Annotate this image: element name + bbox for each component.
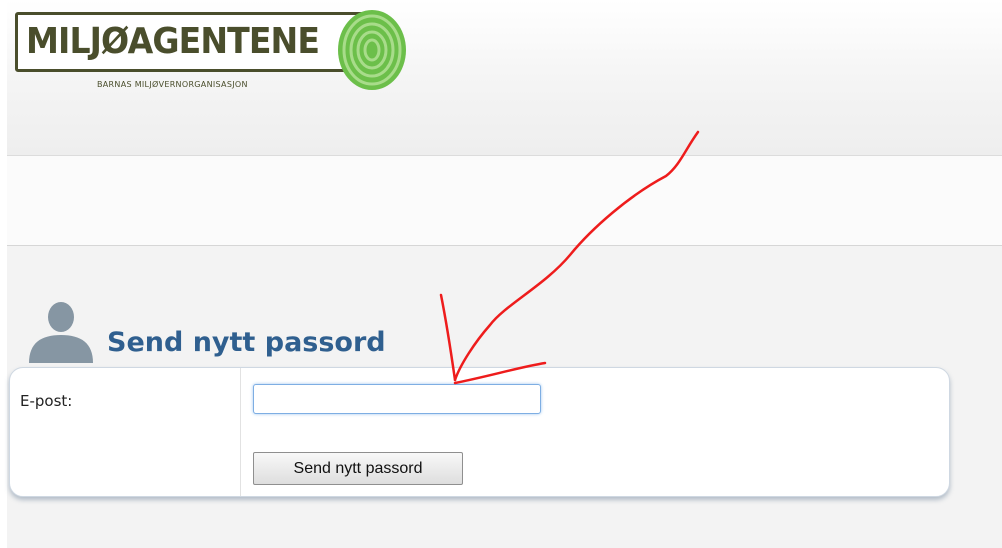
user-icon [29,302,93,363]
page: MILJØAGENTENE BARNAS MILJØVERNORGANISASJ… [7,0,1002,548]
logo-banner: MILJØAGENTENE [15,12,367,72]
email-input[interactable] [253,384,541,414]
logo[interactable]: MILJØAGENTENE BARNAS MILJØVERNORGANISASJ… [15,10,406,90]
form-divider [240,368,241,496]
navigation-bar [7,156,1002,246]
send-new-password-button[interactable]: Send nytt passord [253,452,463,485]
password-reset-form: E-post: Send nytt passord [9,367,950,497]
email-label: E-post: [20,392,73,410]
logo-subtitle: BARNAS MILJØVERNORGANISASJON [97,80,248,89]
logo-title: MILJØAGENTENE [26,21,320,62]
form-title: Send nytt passord [107,327,386,358]
site-header: MILJØAGENTENE BARNAS MILJØVERNORGANISASJ… [7,0,1002,156]
fingerprint-icon [338,10,406,90]
